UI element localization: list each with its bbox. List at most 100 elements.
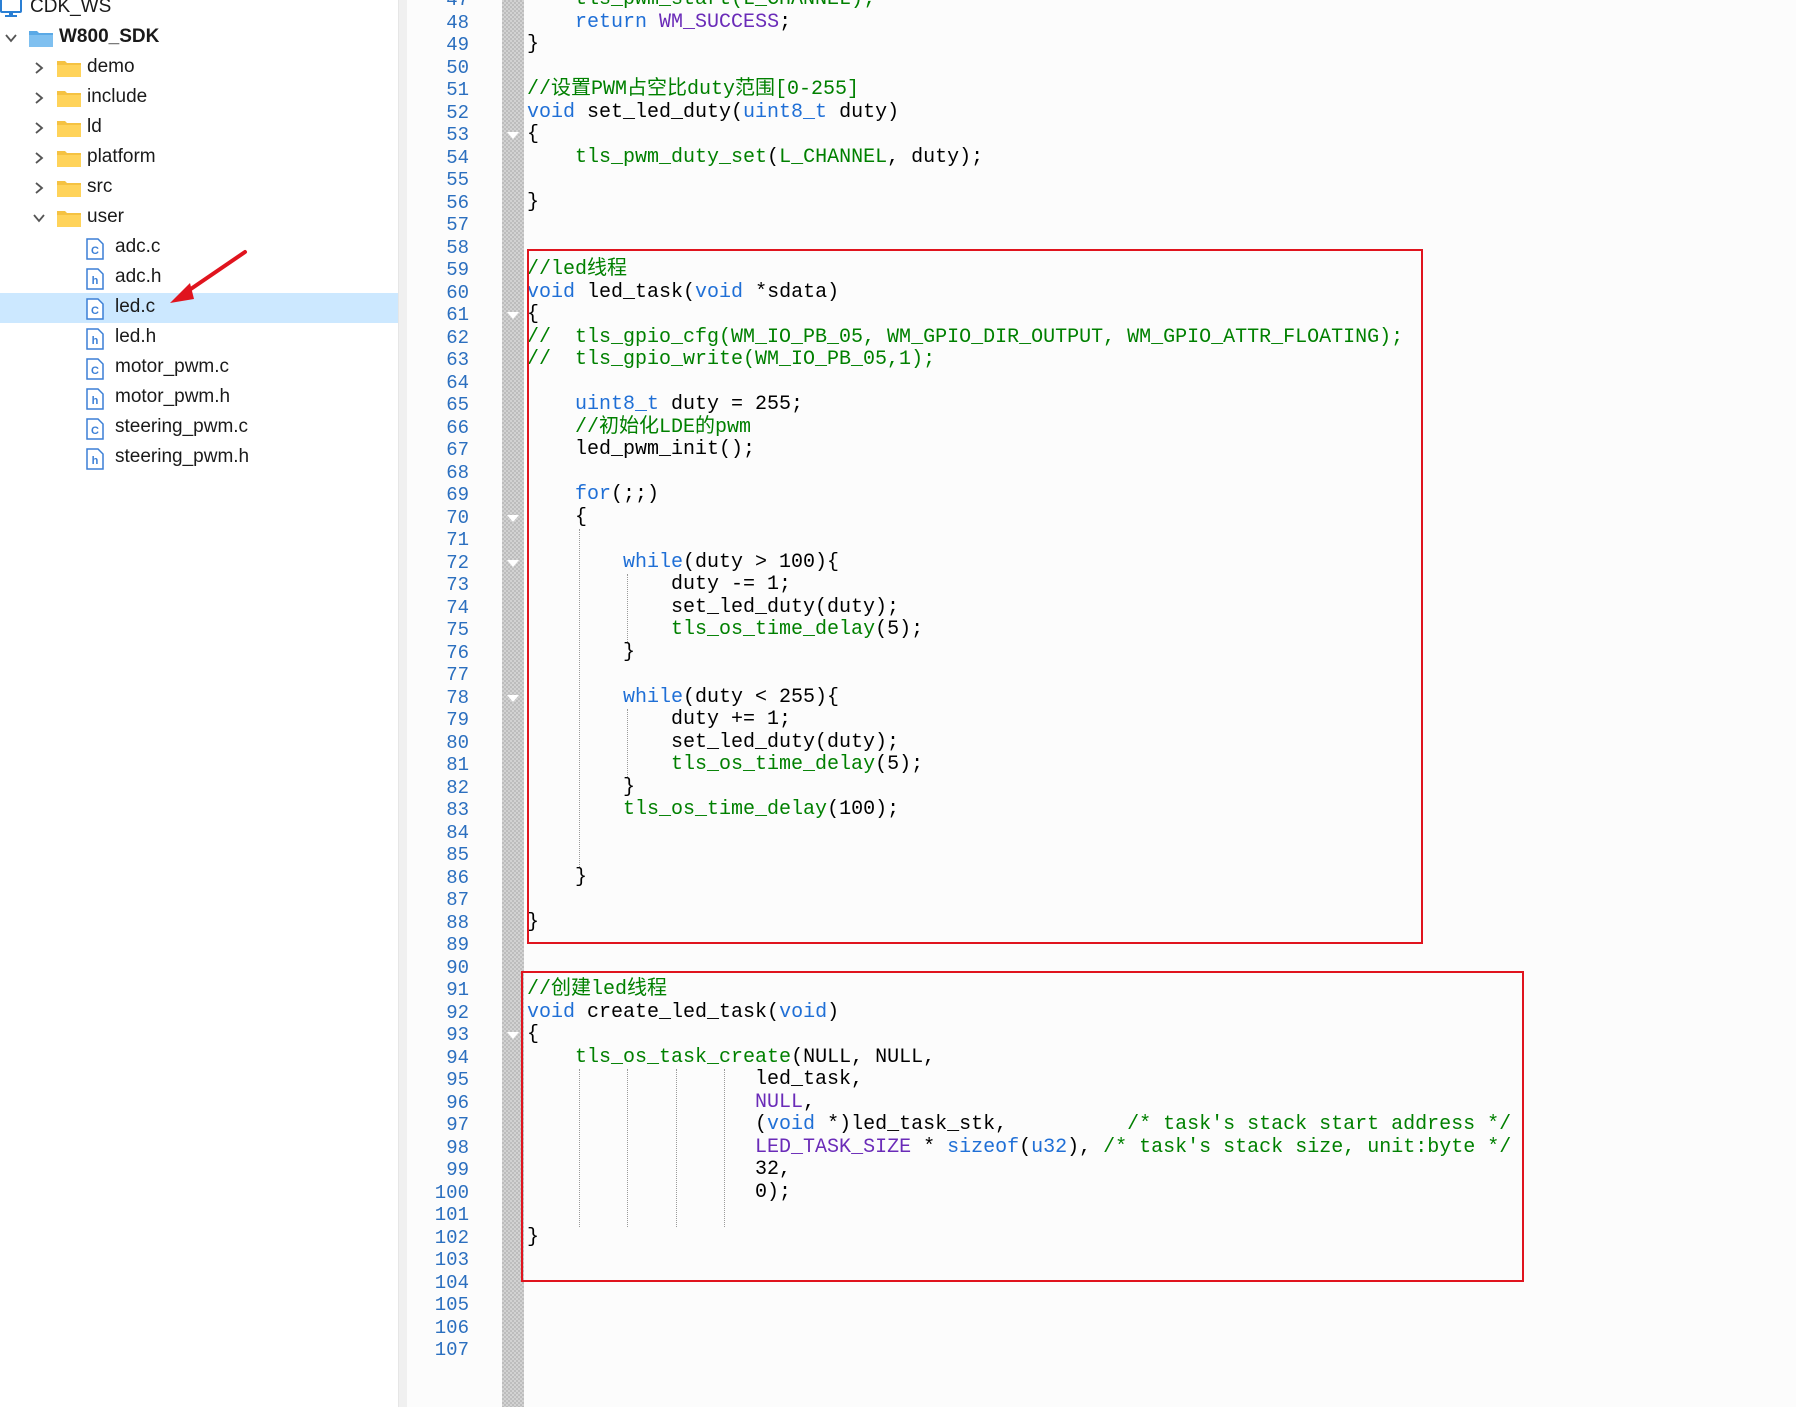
folder-icon — [56, 88, 82, 114]
line-number: 89 — [446, 934, 469, 956]
code-token: WM_SUCCESS — [659, 10, 780, 34]
code-line[interactable]: tls_pwm_duty_set(L_CHANNEL, duty); — [527, 145, 983, 170]
fold-toggle-icon[interactable] — [507, 559, 519, 567]
fold-toggle-icon[interactable] — [507, 1032, 519, 1039]
line-number: 92 — [446, 1001, 469, 1024]
svg-text:h: h — [92, 455, 99, 467]
c-file-icon: C — [85, 358, 105, 386]
line-number: 97 — [446, 1114, 469, 1136]
code-token: ; — [779, 10, 792, 34]
line-number: 47 — [446, 0, 469, 11]
code-line[interactable]: return WM_SUCCESS; — [527, 10, 792, 35]
fold-toggle-icon[interactable] — [507, 312, 519, 319]
line-number: 82 — [446, 776, 469, 799]
line-number: 61 — [446, 304, 469, 326]
line-number-gutter: 47 48 49 50 51 52 53 54 55 56 57 58 59 60 61 62 63 64 65 66… — [407, 0, 469, 1407]
monitor-icon — [0, 0, 22, 24]
line-number: 52 — [446, 101, 469, 124]
line-number: 103 — [434, 1249, 469, 1271]
folder-icon — [56, 208, 82, 234]
project-explorer: CDK_WS W800_SDK demo include ld platform src us… — [0, 0, 399, 1407]
chevron-right-icon[interactable] — [30, 89, 48, 107]
tree-item-platform[interactable]: platform — [0, 143, 398, 173]
tree-item-ld[interactable]: ld — [0, 113, 398, 143]
code-token: return — [575, 10, 648, 34]
line-number: 107 — [434, 1339, 469, 1361]
tree-item-motor-pwm-c[interactable]: Cmotor_pwm.c — [0, 353, 398, 383]
code-token: duty) — [827, 100, 900, 124]
tree-item-label: motor_pwm.c — [115, 356, 230, 377]
panel-splitter[interactable] — [399, 0, 407, 1407]
chevron-right-icon[interactable] — [30, 119, 48, 137]
tree-item-label: led.c — [115, 296, 156, 317]
line-number: 65 — [446, 394, 469, 416]
tree-item-src[interactable]: src — [0, 173, 398, 203]
line-number: 96 — [446, 1091, 469, 1114]
chevron-down-icon[interactable] — [2, 29, 20, 47]
code-line[interactable]: } — [527, 33, 539, 57]
line-number: 77 — [446, 664, 469, 686]
line-number: 101 — [434, 1204, 469, 1226]
line-number: 54 — [446, 146, 469, 169]
line-number: 73 — [446, 574, 469, 596]
line-number: 98 — [446, 1136, 469, 1159]
code-token: tls_pwm_duty_set — [575, 145, 768, 169]
line-number: 62 — [446, 326, 469, 349]
svg-text:C: C — [91, 365, 99, 377]
tree-item-label: ld — [87, 116, 102, 137]
fold-toggle-icon[interactable] — [507, 694, 519, 702]
chevron-down-icon[interactable] — [30, 209, 48, 227]
line-number: 71 — [446, 529, 469, 551]
line-number: 63 — [446, 349, 469, 371]
svg-text:C: C — [91, 425, 99, 437]
line-number: 56 — [446, 191, 469, 214]
line-number: 91 — [446, 979, 469, 1001]
chevron-right-icon[interactable] — [30, 179, 48, 197]
line-number: 55 — [446, 169, 469, 191]
line-number: 93 — [446, 1024, 469, 1046]
highlight-box-create-led-task — [521, 971, 1524, 1282]
tree-item-include[interactable]: include — [0, 83, 398, 113]
h-file-icon: h — [85, 268, 105, 296]
code-line[interactable]: } — [527, 191, 539, 215]
code-token: { — [527, 123, 540, 146]
chevron-right-icon[interactable] — [30, 59, 48, 77]
line-number: 106 — [434, 1316, 469, 1339]
tree-item-steering-pwm-h[interactable]: h steering_pwm.h — [0, 443, 398, 473]
folder-icon — [56, 118, 82, 144]
tree-item-steering-pwm-c[interactable]: Csteering_pwm.c — [0, 413, 398, 443]
line-number: 66 — [446, 416, 469, 439]
line-number: 57 — [446, 214, 469, 236]
fold-toggle-icon[interactable] — [507, 132, 519, 139]
tree-item-label: motor_pwm.h — [115, 386, 231, 407]
line-number: 60 — [446, 281, 469, 304]
code-line[interactable]: //设置PWM占空比duty范围[0-255] — [527, 78, 859, 102]
tree-item-w800-sdk[interactable]: W800_SDK — [0, 23, 398, 53]
tree-item-led-h[interactable]: h led.h — [0, 323, 398, 353]
folder-icon — [28, 28, 54, 54]
tree-item-demo[interactable]: demo — [0, 53, 398, 83]
code-line[interactable]: { — [527, 123, 540, 147]
line-number: 100 — [434, 1181, 469, 1204]
line-number: 78 — [446, 686, 469, 709]
tree-item-motor-pwm-h[interactable]: h motor_pwm.h — [0, 383, 398, 413]
h-file-icon: h — [85, 328, 105, 356]
fold-toggle-icon[interactable] — [507, 514, 519, 522]
tree-item-cdk-ws[interactable]: CDK_WS — [0, 0, 398, 23]
line-number: 79 — [446, 709, 469, 731]
red-arrow-icon — [160, 245, 250, 315]
code-line[interactable]: void set_led_duty(uint8_t duty) — [527, 100, 900, 125]
folder-icon — [56, 148, 82, 174]
chevron-right-icon[interactable] — [30, 149, 48, 167]
line-number: 86 — [446, 866, 469, 889]
line-number: 104 — [434, 1271, 469, 1294]
tree-item-user[interactable]: user — [0, 203, 398, 233]
c-file-icon: C — [85, 298, 105, 326]
line-number: 49 — [446, 34, 469, 56]
line-number: 72 — [446, 551, 469, 574]
tree-item-label: include — [87, 86, 148, 107]
tree-item-label: led.h — [115, 326, 157, 347]
